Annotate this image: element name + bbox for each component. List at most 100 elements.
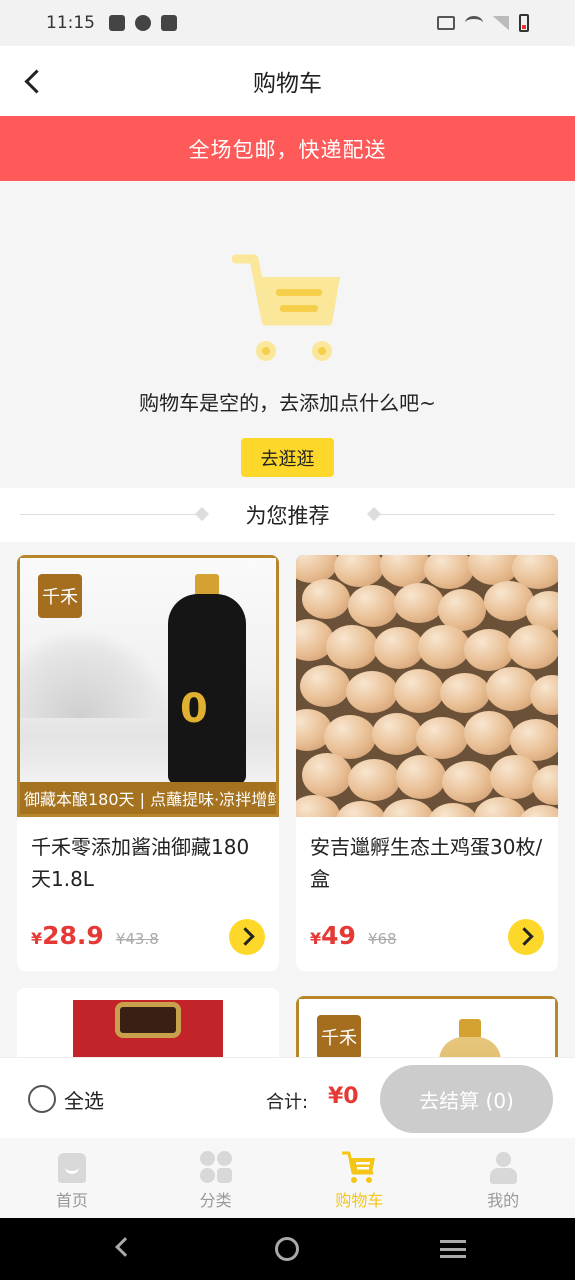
back-arrow-icon[interactable] <box>22 68 46 94</box>
tab-profile[interactable]: 我的 <box>431 1138 575 1218</box>
header: 购物车 <box>0 46 575 116</box>
select-all-label[interactable]: 全选 <box>64 1085 104 1114</box>
original-price: ¥43.8 <box>115 930 159 948</box>
chevron-right-icon[interactable] <box>508 919 544 955</box>
egg-decoration <box>382 799 434 817</box>
egg-decoration <box>464 711 514 755</box>
egg-decoration <box>326 625 378 669</box>
egg-decoration <box>442 761 494 803</box>
egg-decoration <box>508 625 558 669</box>
product-card[interactable]: 千禾 <box>296 996 558 1062</box>
egg-decoration <box>428 803 478 817</box>
system-home-icon[interactable] <box>275 1237 299 1261</box>
egg-decoration <box>296 795 340 817</box>
tab-label: 我的 <box>487 1191 520 1210</box>
product-card[interactable]: 安吉邋孵生态土鸡蛋30枚/盒 ¥ 49 ¥68 <box>296 555 558 971</box>
currency-symbol: ¥ <box>310 929 322 948</box>
egg-decoration <box>416 717 468 759</box>
egg-decoration <box>336 801 386 817</box>
landscape-decoration <box>20 628 170 718</box>
system-navigation-bar <box>0 1218 575 1280</box>
battery-icon <box>519 14 529 32</box>
egg-decoration <box>334 555 384 587</box>
product-image-strip: 御藏本酿180天 | 点蘸提味·凉拌增鲜 <box>20 782 276 814</box>
empty-cart-section: 购物车是空的，去添加点什么吧~ 去逛逛 <box>0 181 575 488</box>
tab-label: 首页 <box>55 1191 88 1210</box>
system-back-icon[interactable] <box>115 1237 135 1257</box>
egg-decoration <box>396 755 446 799</box>
egg-decoration <box>302 579 350 619</box>
wifi-icon <box>465 16 483 30</box>
product-card[interactable] <box>17 988 279 1062</box>
product-price: 28.9 <box>42 921 104 950</box>
product-image-rice <box>17 988 279 1062</box>
status-bar: 11:15 <box>0 0 575 46</box>
tab-cart[interactable]: 购物车 <box>288 1138 432 1218</box>
shop-notification-icon <box>161 15 177 31</box>
product-card[interactable]: 千禾 0 御藏本酿180天 | 点蘸提味·凉拌增鲜 千禾零添加酱油御藏180天1… <box>17 555 279 971</box>
egg-decoration <box>394 669 444 713</box>
checkout-button[interactable]: 去结算 (0) <box>380 1065 553 1133</box>
free-shipping-banner: 全场包邮，快递配送 <box>0 116 575 181</box>
empty-cart-message: 购物车是空的，去添加点什么吧~ <box>139 391 436 415</box>
category-icon <box>199 1150 233 1184</box>
notification-icons <box>109 15 177 31</box>
product-grid: 千禾 0 御藏本酿180天 | 点蘸提味·凉拌增鲜 千禾零添加酱油御藏180天1… <box>0 542 575 1062</box>
total-label: 合计: <box>266 1092 309 1113</box>
tab-label: 购物车 <box>335 1191 384 1210</box>
total-amount: ¥0 <box>328 1084 359 1109</box>
egg-decoration <box>424 555 474 589</box>
chevron-right-icon[interactable] <box>229 919 265 955</box>
price-row: ¥ 28.9 ¥43.8 <box>31 921 159 950</box>
tab-label: 分类 <box>199 1191 232 1210</box>
go-shopping-button[interactable]: 去逛逛 <box>241 438 334 477</box>
egg-decoration <box>346 671 398 713</box>
brand-logo: 千禾 <box>38 574 82 618</box>
product-image-eggs <box>296 555 558 817</box>
tab-category[interactable]: 分类 <box>144 1138 288 1218</box>
home-icon <box>55 1150 89 1184</box>
egg-decoration <box>374 627 424 669</box>
select-all-checkbox[interactable] <box>28 1085 56 1113</box>
soy-sauce-bottle: 0 <box>168 574 246 784</box>
egg-decoration <box>474 797 526 817</box>
egg-decoration <box>394 583 444 623</box>
egg-decoration <box>464 629 514 671</box>
egg-decoration <box>302 753 352 797</box>
cart-icon <box>342 1151 376 1183</box>
vibrate-icon <box>437 16 455 30</box>
egg-decoration <box>324 715 376 759</box>
checkout-bar: 全选 合计: ¥0 去结算 (0) <box>0 1057 575 1138</box>
app-notification-icon <box>135 15 151 31</box>
egg-decoration <box>372 713 422 755</box>
tab-bar: 首页 分类 购物车 我的 <box>0 1138 575 1218</box>
empty-cart-icon <box>232 254 340 361</box>
product-price: 49 <box>321 921 356 950</box>
product-name: 安吉邋孵生态土鸡蛋30枚/盒 <box>310 835 543 891</box>
alert-icon <box>109 15 125 31</box>
egg-decoration <box>300 665 350 707</box>
product-image-soy-sauce: 千禾 0 御藏本酿180天 | 点蘸提味·凉拌增鲜 <box>17 555 279 817</box>
currency-symbol: ¥ <box>31 929 43 948</box>
profile-icon <box>486 1150 520 1184</box>
price-row: ¥ 49 ¥68 <box>310 921 397 950</box>
brand-logo: 千禾 <box>317 1015 361 1059</box>
product-image-oil: 千禾 <box>296 996 558 1062</box>
system-status-icons <box>437 14 529 32</box>
status-time: 11:15 <box>46 13 95 33</box>
egg-decoration <box>348 759 400 801</box>
egg-decoration <box>380 555 430 587</box>
product-name: 千禾零添加酱油御藏180天1.8L <box>31 835 250 891</box>
page-title: 购物车 <box>253 71 322 97</box>
signal-icon <box>493 16 509 30</box>
egg-decoration <box>440 673 490 713</box>
recommend-header: 为您推荐 <box>0 488 575 542</box>
divider-line <box>380 514 555 515</box>
egg-decoration <box>348 585 398 627</box>
egg-decoration <box>518 805 558 817</box>
egg-decoration <box>418 625 470 669</box>
original-price: ¥68 <box>367 930 397 948</box>
tab-home[interactable]: 首页 <box>0 1138 144 1218</box>
recommend-title: 为您推荐 <box>245 504 330 528</box>
system-recents-icon[interactable] <box>440 1240 466 1258</box>
